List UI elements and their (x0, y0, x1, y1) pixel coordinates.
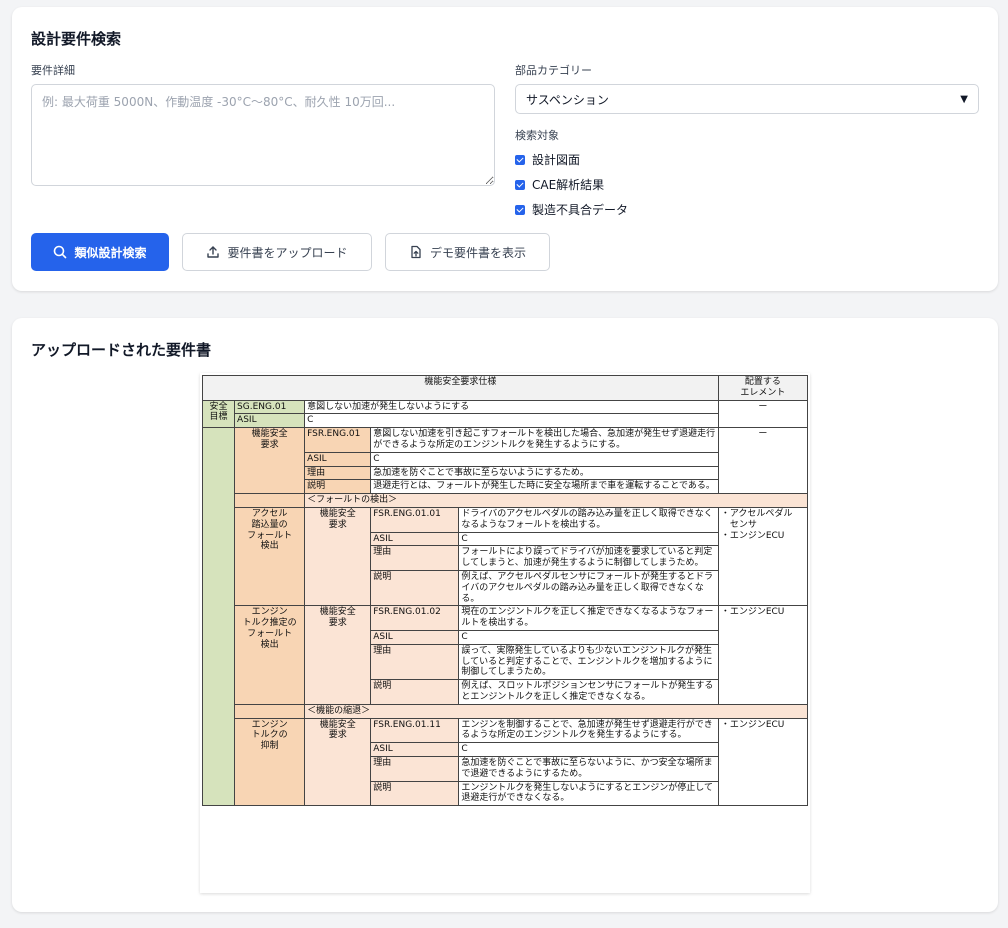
checkbox-checked-icon[interactable] (515, 179, 525, 190)
fsr0102-explain-label: 説明 (370, 679, 460, 705)
search-card: 設計要件検索 要件詳細 部品カテゴリー サスペンション ▼ 検索対象 設計図面 … (12, 7, 998, 291)
file-upload-icon (409, 245, 423, 259)
search-button-label: 類似設計検索 (74, 245, 147, 260)
fsr01-reason: 急加速を防ぐことで事故に至らないようにするため。 (370, 465, 719, 481)
pedal-detect-label: アクセル 踏込量の フォールト 検出 (234, 506, 306, 607)
doc-element-header: 配置する エレメント (717, 375, 809, 401)
fsr01-asil-value: C (370, 451, 719, 467)
sg-asil-label: ASIL (234, 413, 306, 429)
fsr0102-asil-value: C (458, 629, 719, 645)
fsr0111-label: 機能安全 要求 (304, 717, 372, 807)
target-cae-label: CAE解析結果 (532, 178, 605, 192)
section-spacer (234, 703, 306, 719)
safety-goal-label: 安全 目標 (201, 399, 236, 429)
sg-asil-value: C (304, 413, 719, 429)
requirement-detail-input[interactable] (31, 84, 495, 186)
fsr0102-explain: 例えば、スロットルポジションセンサにフォールトが発生するとエンジントルクを正しく… (458, 679, 719, 705)
fsr0102-id: FSR.ENG.01.02 (370, 605, 460, 631)
fsr0111-explain-label: 説明 (370, 780, 460, 807)
fsr0102-reason-label: 理由 (370, 643, 460, 681)
detail-label: 要件詳細 (31, 64, 75, 77)
fsr0102-text: 現在のエンジントルクを正しく推定できなくなるようなフォールトを検出する。 (458, 605, 719, 631)
section-detect: ＜フォールトの検出＞ (304, 493, 808, 508)
search-icon (53, 245, 67, 259)
uploaded-title: アップロードされた要件書 (31, 341, 212, 359)
target-drawings-checkbox[interactable]: 設計図面 (515, 151, 580, 168)
fsr0111-text: エンジンを制御することで、急加速が発生せず退避走行ができるような所定のエンジント… (458, 717, 719, 744)
upload-icon (206, 245, 220, 259)
fsr01-explain: 退避走行とは、フォールトが発生した時に安全な場所まで車を運転することである。 (370, 479, 719, 495)
fsr0101-reason: フォールトにより誤ってドライバが加速を要求していると判定してしまうと、加速が発生… (458, 545, 719, 571)
chevron-down-icon: ▼ (960, 93, 968, 105)
fsr0111-explain: エンジントルクを発生しないようにするとエンジンが停止して退避走行ができなくなる。 (458, 780, 719, 807)
safety-requirements-table: 機能安全要求仕様 配置する エレメント 安全 目標 SG.ENG.01 意図しな… (201, 375, 809, 807)
fsr0101-explain-label: 説明 (370, 569, 460, 607)
fsr01-asil-label: ASIL (304, 451, 372, 467)
fsr0101-asil-label: ASIL (370, 531, 460, 547)
green-spacer (201, 427, 236, 807)
search-title: 設計要件検索 (31, 30, 122, 48)
fsr0111-reason: 急加速を防ぐことで事故に至らないように、かつ安全な場所まで退避できるようにするた… (458, 755, 719, 782)
fsr01-explain-label: 説明 (304, 479, 372, 495)
sg-element: ー (717, 399, 809, 429)
requirements-document-image: 機能安全要求仕様 配置する エレメント 安全 目標 SG.ENG.01 意図しな… (200, 373, 810, 893)
fsr01-text: 意図しない加速を引き起こすフォールトを検出した場合、急加速が発生せず退避走行がで… (370, 427, 719, 453)
fsr01-label: 機能安全 要求 (234, 427, 306, 495)
checkbox-checked-icon[interactable] (515, 154, 525, 165)
fsr0101-label: 機能安全 要求 (304, 506, 372, 607)
upload-button-label: 要件書をアップロード (227, 245, 348, 260)
fsr0101-text: ドライバのアクセルペダルの踏み込み量を正しく取得できなくなるようなフォールトを検… (458, 506, 719, 533)
fsr01-element: ー (717, 427, 809, 495)
similar-design-search-button[interactable]: 類似設計検索 (31, 233, 169, 271)
torque-limit-label: エンジン トルクの 抑制 (234, 717, 306, 807)
uploaded-card: アップロードされた要件書 機能安全要求仕様 配置する エレメント 安全 目標 S… (12, 318, 998, 912)
fsr0111-element: ・エンジンECU (717, 717, 809, 807)
target-defect-label: 製造不具合データ (532, 203, 629, 217)
fsr01-reason-label: 理由 (304, 465, 372, 481)
fsr0101-reason-label: 理由 (370, 545, 460, 571)
doc-header: 機能安全要求仕様 (202, 375, 719, 401)
target-label: 検索対象 (515, 129, 559, 142)
upload-requirements-button[interactable]: 要件書をアップロード (182, 233, 372, 271)
fsr0101-id: FSR.ENG.01.01 (370, 506, 460, 533)
fsr0102-element: ・エンジンECU (717, 605, 809, 705)
demo-button-label: デモ要件書を表示 (429, 245, 526, 260)
fsr0101-element: ・アクセルペダル センサ ・エンジンECU (717, 506, 809, 607)
section-degrade: ＜機能の縮退＞ (304, 703, 808, 719)
category-select[interactable]: サスペンション ▼ (515, 84, 979, 114)
fsr0111-reason-label: 理由 (370, 755, 460, 782)
fsr0101-asil-value: C (458, 531, 719, 547)
fsr0111-asil-label: ASIL (370, 742, 460, 757)
fsr0102-reason: 誤って、実際発生しているよりも少ないエンジントルクが発生していると判定することで… (458, 643, 719, 681)
section-spacer (234, 493, 306, 508)
fsr0111-id: FSR.ENG.01.11 (370, 717, 460, 744)
show-demo-requirements-button[interactable]: デモ要件書を表示 (385, 233, 550, 271)
target-cae-checkbox[interactable]: CAE解析結果 (515, 176, 604, 193)
fsr0101-explain: 例えば、アクセルペダルセンサにフォールトが発生するとドライバのアクセルペダルの踏… (458, 569, 719, 607)
fsr01-id: FSR.ENG.01 (304, 427, 372, 453)
fsr0102-label: 機能安全 要求 (304, 605, 372, 705)
target-defect-checkbox[interactable]: 製造不具合データ (515, 201, 628, 218)
fsr0102-asil-label: ASIL (370, 629, 460, 645)
target-drawings-label: 設計図面 (532, 153, 581, 167)
checkbox-checked-icon[interactable] (515, 204, 525, 215)
torque-estimate-label: エンジン トルク推定の フォールト 検出 (234, 605, 306, 705)
sg-id: SG.ENG.01 (234, 399, 306, 415)
sg-text: 意図しない加速が発生しないようにする (304, 399, 719, 415)
category-label: 部品カテゴリー (515, 64, 592, 77)
category-select-value: サスペンション (526, 92, 609, 107)
fsr0111-asil-value: C (458, 742, 719, 757)
